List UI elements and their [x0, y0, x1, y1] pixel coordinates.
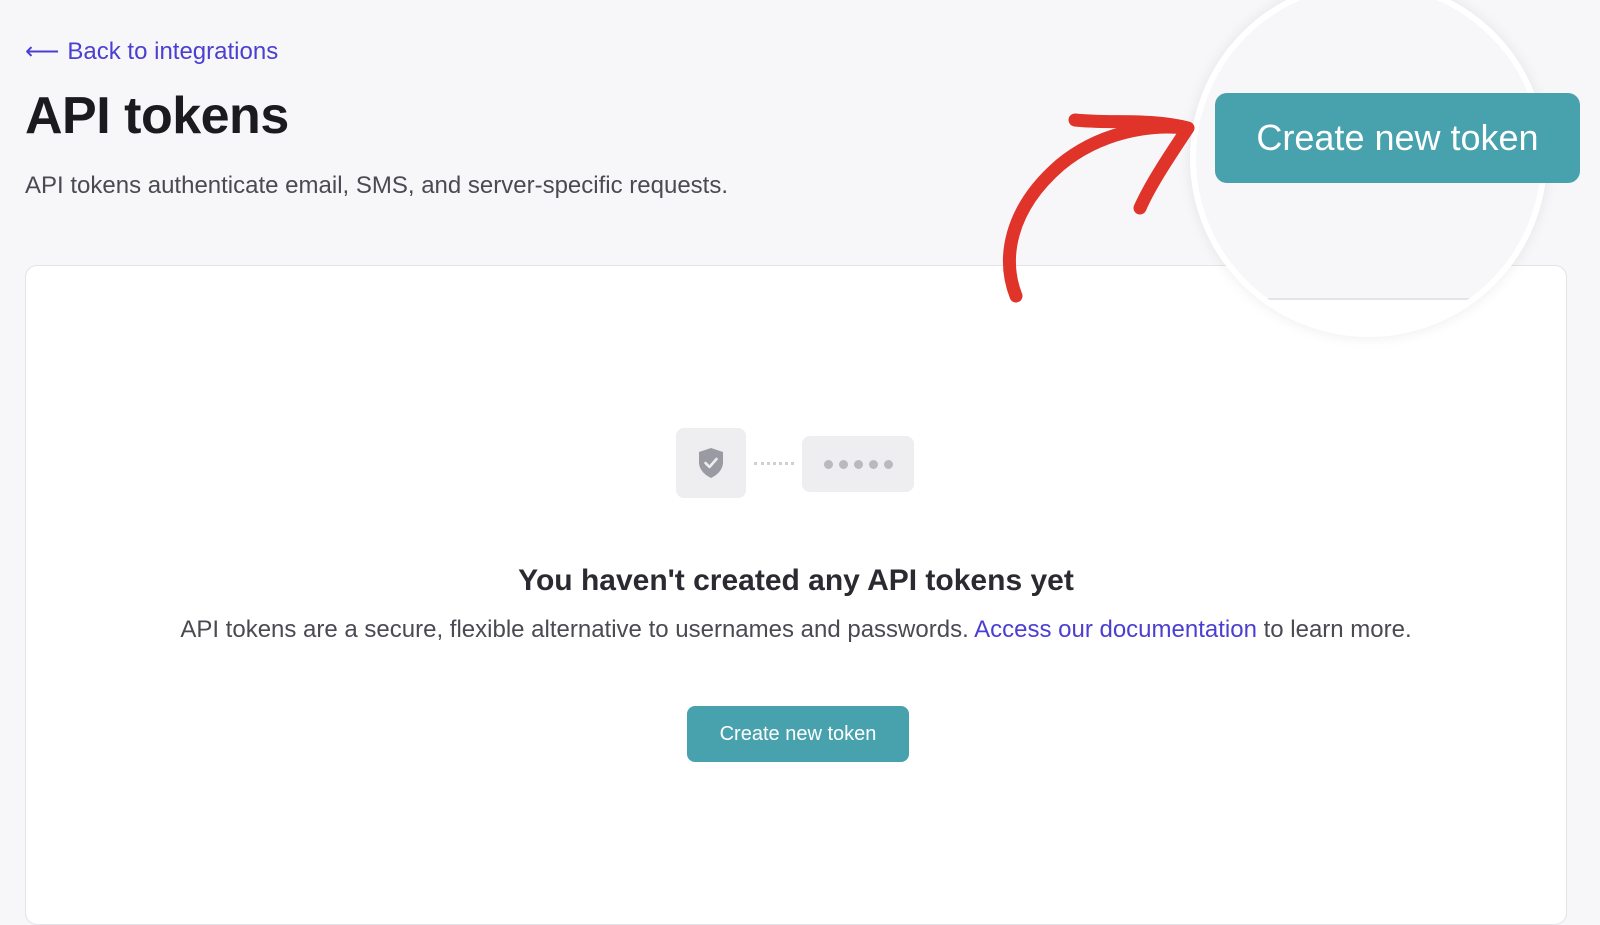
back-to-integrations-link[interactable]: ⟵ Back to integrations: [25, 38, 278, 66]
shield-check-icon: [676, 428, 746, 498]
create-token-button[interactable]: Create new token: [1215, 93, 1580, 183]
empty-state-card: You haven't created any API tokens yet A…: [25, 265, 1567, 925]
description-suffix: to learn more.: [1256, 616, 1412, 643]
back-link-label: Back to integrations: [67, 38, 279, 65]
back-arrow-icon: ⟵: [25, 38, 60, 65]
documentation-link[interactable]: Access our documentation: [974, 616, 1257, 643]
description-text: API tokens are a secure, flexible altern…: [180, 616, 975, 643]
empty-state-description: API tokens are a secure, flexible altern…: [26, 616, 1566, 644]
page-subtitle: API tokens authenticate email, SMS, and …: [25, 172, 728, 199]
connector-line: [754, 462, 794, 465]
password-dots-icon: [802, 436, 914, 492]
page-title: API tokens: [25, 87, 289, 145]
empty-state-title: You haven't created any API tokens yet: [518, 564, 1074, 597]
empty-state-illustration: [676, 428, 916, 498]
callout-arrow-icon: [1003, 113, 1195, 303]
create-token-button-empty-state[interactable]: Create new token: [687, 706, 909, 762]
